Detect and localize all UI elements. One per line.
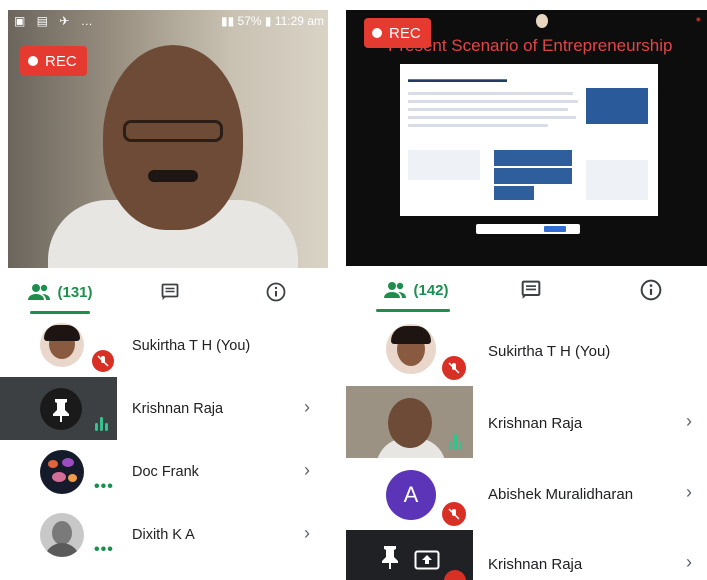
speaking-indicator-icon: [449, 434, 462, 450]
tab-info[interactable]: [226, 270, 326, 314]
pin-icon: [382, 546, 398, 569]
slide-corner-logo-icon: ◉: [695, 17, 701, 23]
participant-row[interactable]: ••• Dixith K A ›: [0, 503, 337, 566]
participant-row[interactable]: Krishnan Raja ›: [346, 386, 707, 458]
chevron-right-icon[interactable]: ›: [686, 411, 692, 432]
participant-name: Krishnan Raja: [488, 415, 583, 432]
signal-icon: ▮▮: [220, 14, 238, 28]
tab-info[interactable]: [601, 268, 701, 312]
tab-chat[interactable]: [481, 268, 581, 312]
participant-row[interactable]: A Abishek Muralidharan ›: [346, 458, 707, 530]
recording-badge: REC: [364, 18, 431, 48]
participant-row[interactable]: Sukirtha T H (You): [346, 312, 707, 386]
notification-icons: ▣ ▤ ✈ …: [14, 14, 97, 28]
recording-label: REC: [389, 24, 421, 42]
record-dot-icon: [28, 56, 38, 66]
clock-time: 11:29 am: [274, 14, 324, 28]
participant-name: Sukirtha T H (You): [488, 343, 611, 360]
participant-name: Sukirtha T H (You): [132, 338, 251, 354]
meeting-tabs: (142): [346, 268, 707, 312]
chevron-right-icon[interactable]: ›: [686, 482, 692, 503]
participant-row[interactable]: Krishnan Raja ›: [346, 530, 707, 580]
participant-name: Doc Frank: [132, 464, 199, 480]
slide-toolbar: [476, 224, 580, 234]
status-bar: ▣ ▤ ✈ … ▮▮ 57% ▮ 11:29 am: [8, 10, 328, 32]
webpage-side-cover: [586, 88, 648, 124]
record-dot-icon: [372, 28, 382, 38]
chevron-right-icon[interactable]: ›: [304, 460, 310, 481]
participant-name: Dixith K A: [132, 527, 195, 543]
people-icon: [384, 282, 407, 298]
chat-icon: [161, 283, 179, 300]
participant-name: Krishnan Raja: [488, 556, 583, 573]
participant-row[interactable]: ••• Doc Frank ›: [0, 440, 337, 503]
participant-name: Krishnan Raja: [132, 401, 224, 417]
pin-icon: [53, 399, 69, 422]
left-meeting-panel: ▣ ▤ ✈ … ▮▮ 57% ▮ 11:29 am REC (131) Suki…: [0, 0, 337, 580]
meeting-tabs: (131): [0, 270, 337, 314]
people-icon: [28, 284, 51, 300]
slide-webpage-screenshot: ▬▬▬▬▬▬▬▬▬▬▬: [400, 64, 658, 216]
people-count: (131): [57, 283, 93, 301]
right-meeting-panel: ◉ Present Scenario of Entrepreneurship ▬…: [346, 0, 707, 580]
screen-share-icon: [414, 550, 440, 570]
mic-off-icon: [92, 350, 114, 372]
recording-badge: REC: [20, 46, 87, 76]
avatar: [40, 450, 84, 494]
participant-row[interactable]: Sukirtha T H (You): [0, 314, 337, 377]
participant-row[interactable]: Krishnan Raja ›: [0, 377, 337, 440]
avatar: [40, 323, 84, 367]
speaking-indicator-icon: [95, 417, 108, 431]
shared-screen-slide: ◉ Present Scenario of Entrepreneurship ▬…: [346, 10, 707, 266]
chevron-right-icon[interactable]: ›: [686, 552, 692, 573]
presenter-glasses: [123, 120, 223, 142]
participant-name: Abishek Muralidharan: [488, 486, 634, 503]
avatar: [40, 513, 84, 557]
more-options-icon: •••: [94, 541, 114, 558]
battery-percent: 57%: [237, 14, 262, 28]
more-options-icon: •••: [94, 478, 114, 495]
tab-people[interactable]: (131): [0, 270, 120, 314]
people-count: (142): [413, 281, 449, 299]
panel-separator: [337, 0, 346, 580]
info-icon: [266, 282, 286, 302]
presenter-moustache: [148, 170, 198, 182]
battery-icon: ▮: [264, 14, 275, 28]
chevron-right-icon[interactable]: ›: [304, 523, 310, 544]
avatar: A: [386, 470, 436, 520]
avatar: [386, 324, 436, 374]
mic-off-icon: [442, 356, 466, 380]
avatar: [40, 388, 82, 430]
webpage-heading-block: ▬▬▬▬▬▬▬▬▬▬▬: [408, 74, 507, 84]
recording-label: REC: [45, 52, 77, 70]
chat-icon: [521, 280, 541, 299]
slide-logo-icon: [536, 14, 548, 28]
tab-people[interactable]: (142): [356, 268, 476, 312]
mic-off-icon: [442, 502, 466, 526]
chevron-right-icon[interactable]: ›: [304, 397, 310, 418]
presenter-video: ▣ ▤ ✈ … ▮▮ 57% ▮ 11:29 am REC: [8, 10, 328, 268]
tab-chat[interactable]: [120, 270, 220, 314]
info-icon: [640, 279, 662, 301]
avatar-letter: A: [403, 482, 419, 507]
